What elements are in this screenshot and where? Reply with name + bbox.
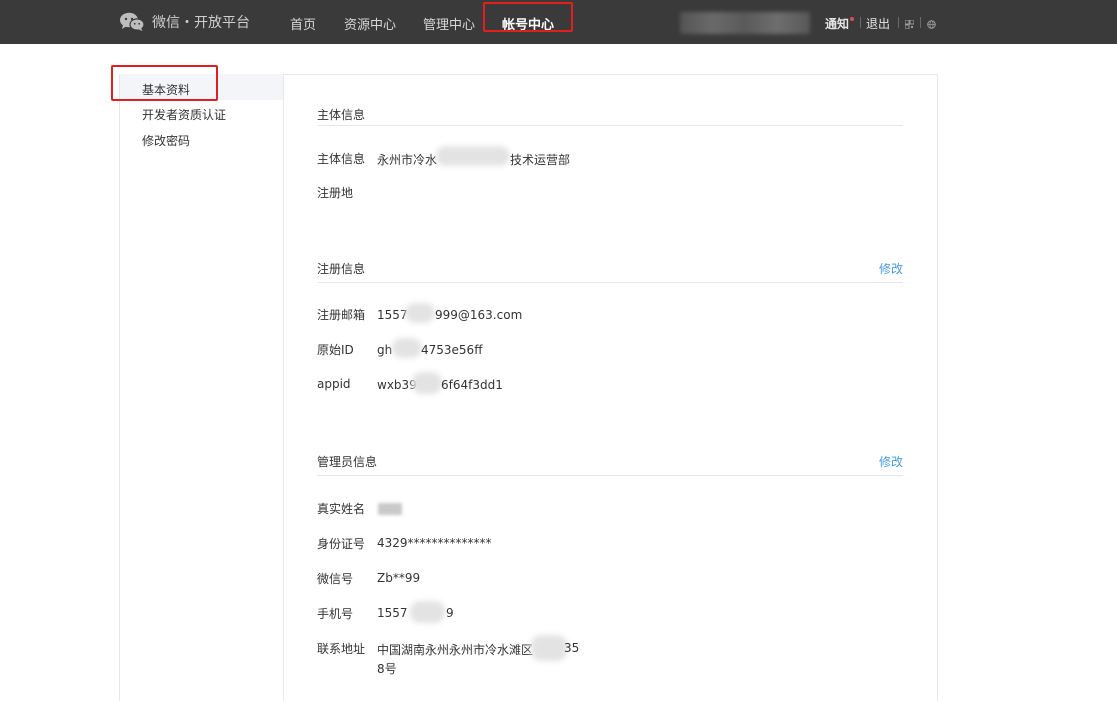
redaction-blur [378,503,402,515]
label-real-name: 真实姓名 [317,502,366,516]
divider [317,125,903,126]
divider [317,475,903,476]
section-title-registration: 注册信息 [317,262,366,276]
redaction-blur [405,303,435,323]
sidebar-highlight-box [111,65,218,101]
brand[interactable]: 微信・开放平台 [119,11,250,33]
globe-icon[interactable] [927,18,936,29]
edit-admin-link[interactable]: 修改 [879,453,903,470]
label-original-id: 原始ID [317,343,354,357]
label-register-email: 注册邮箱 [317,308,366,322]
label-subject-info: 主体信息 [317,152,366,166]
user-account-blurred[interactable] [680,12,810,34]
value-subject-info-end: 技术运营部 [510,153,571,167]
label-id-number: 身份证号 [317,537,366,551]
value-phone-end: 9 [446,606,454,620]
sidebar: 基本资料 开发者资质认证 修改密码 [119,74,283,701]
top-navigation-bar: 微信・开放平台 首页 资源中心 管理中心 帐号中心 通知 退出 [0,0,1117,44]
value-address-line1-end: 35 [564,641,580,655]
logout-link[interactable]: 退出 [866,15,890,32]
redaction-blur [436,146,510,166]
section-title-admin: 管理员信息 [317,455,378,469]
value-address-line1-start: 中国湖南永州永州市冷水滩区 [377,643,534,657]
sidebar-item-change-password[interactable]: 修改密码 [142,132,190,149]
label-registered-place: 注册地 [317,186,354,200]
value-original-id-start: gh [377,343,393,357]
value-register-email-start: 1557 [377,308,408,322]
value-address-line2: 8号 [377,662,397,676]
notice-link[interactable]: 通知 [825,15,849,32]
wechat-logo-icon [119,12,145,32]
sidebar-item-developer-certification[interactable]: 开发者资质认证 [142,106,226,123]
nav-resources[interactable]: 资源中心 [344,14,396,33]
redaction-blur [531,635,567,661]
divider [920,17,921,28]
value-original-id-end: 4753e56ff [421,343,483,357]
label-phone: 手机号 [317,607,354,621]
value-id-number: 4329************** [377,536,492,550]
value-wechat-id: Zb**99 [377,571,421,585]
value-subject-info-start: 永州市冷水 [377,153,438,167]
nav-home[interactable]: 首页 [290,14,316,33]
value-phone-start: 1557 [377,606,408,620]
value-appid-end: 6f64f3dd1 [441,378,503,392]
divider [898,17,899,28]
divider [860,17,861,28]
divider [317,282,903,283]
section-title-subject: 主体信息 [317,108,366,122]
redaction-blur [412,372,442,394]
qrcode-icon[interactable] [904,18,915,30]
label-wechat-id: 微信号 [317,572,354,586]
brand-text: 微信・开放平台 [152,15,250,31]
label-appid: appid [317,377,351,391]
edit-registration-link[interactable]: 修改 [879,260,903,277]
redaction-blur [410,601,445,623]
nav-management[interactable]: 管理中心 [423,14,475,33]
value-register-email-end: 999@163.com [435,308,523,322]
redaction-blur [392,338,422,358]
active-nav-highlight [483,2,573,32]
label-contact-address: 联系地址 [317,642,366,656]
value-appid-start: wxb39 [377,378,417,392]
notice-dot [850,17,854,21]
